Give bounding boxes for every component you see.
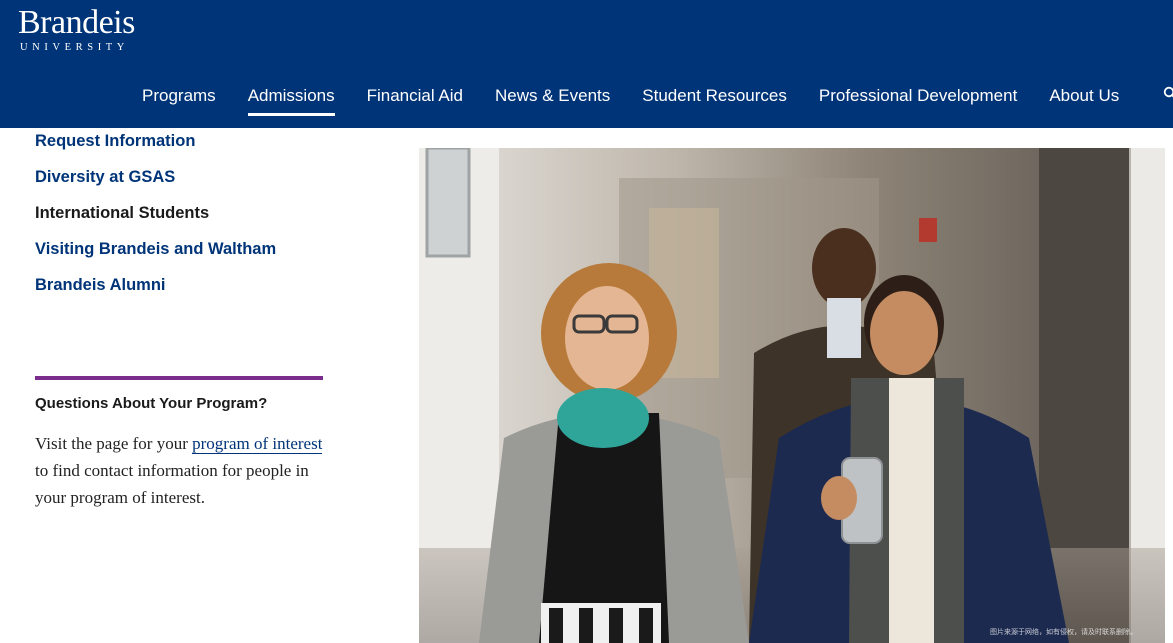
list-item: International Students: [35, 200, 335, 236]
nav-label: Admissions: [247, 82, 335, 116]
sidebar-link-alumni[interactable]: Brandeis Alumni: [35, 272, 335, 308]
sidebar-nav: Request Information Diversity at GSAS In…: [35, 128, 335, 308]
main-navigation: Programs Admissions Financial Aid News &…: [126, 82, 1135, 116]
sidebar: Request Information Diversity at GSAS In…: [35, 128, 335, 507]
sidebar-link-diversity[interactable]: Diversity at GSAS: [35, 164, 335, 200]
program-questions-callout: Questions About Your Program? Visit the …: [35, 376, 323, 511]
nav-label: Professional Development: [818, 86, 1018, 105]
site-header: Brandeis UNIVERSITY Programs Admissions …: [0, 0, 1173, 128]
nav-news-events[interactable]: News & Events: [479, 82, 626, 113]
nav-financial-aid[interactable]: Financial Aid: [351, 82, 479, 113]
nav-about-us[interactable]: About Us: [1033, 82, 1135, 113]
nav-student-resources[interactable]: Student Resources: [626, 82, 803, 113]
sidebar-link-visiting[interactable]: Visiting Brandeis and Waltham: [35, 236, 335, 272]
brandeis-logo[interactable]: Brandeis UNIVERSITY: [18, 4, 135, 54]
nav-admissions[interactable]: Admissions: [232, 82, 351, 116]
nav-label: Programs: [142, 86, 216, 105]
nav-label: News & Events: [495, 86, 611, 105]
nav-label: Student Resources: [642, 86, 787, 105]
nav-label: Financial Aid: [366, 86, 463, 105]
callout-text-before: Visit the page for your: [35, 434, 193, 453]
list-item: Brandeis Alumni: [35, 272, 335, 308]
nav-professional-development[interactable]: Professional Development: [803, 82, 1033, 113]
program-of-interest-link[interactable]: program of interest: [192, 434, 323, 454]
students-photo: 图片来源于网络，如有侵权，请及时联系删除。: [419, 148, 1165, 643]
logo-wordmark: Brandeis: [18, 4, 135, 41]
list-item: Diversity at GSAS: [35, 164, 335, 200]
photo-illustration: [419, 148, 1165, 643]
callout-title: Questions About Your Program?: [35, 395, 268, 412]
search-icon[interactable]: [1163, 86, 1173, 100]
sidebar-link-international-students[interactable]: International Students: [35, 200, 335, 236]
list-item: Request Information: [35, 128, 335, 164]
callout-divider: [35, 376, 323, 380]
nav-programs[interactable]: Programs: [126, 82, 232, 113]
callout-text-after: to find contact information for people i…: [35, 461, 309, 507]
nav-label: About Us: [1049, 86, 1120, 105]
sidebar-link-request-information[interactable]: Request Information: [35, 128, 335, 164]
logo-subtitle: UNIVERSITY: [20, 42, 129, 53]
photo-credit: 图片来源于网络，如有侵权，请及时联系删除。: [990, 629, 1137, 636]
callout-body: Visit the page for your program of inter…: [35, 430, 330, 511]
list-item: Visiting Brandeis and Waltham: [35, 236, 335, 272]
